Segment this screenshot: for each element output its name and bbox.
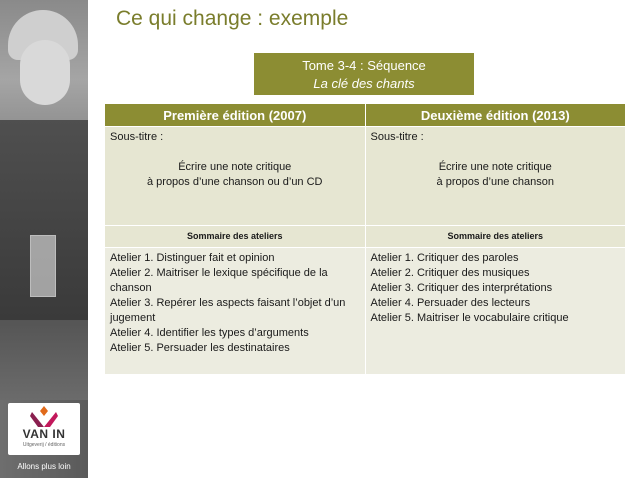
list-item: Atelier 5. Maitriser le vocabulaire crit…: [370, 312, 569, 324]
photo-face: [20, 40, 70, 105]
list-item: Atelier 4. Identifier les types d’argume…: [110, 327, 309, 339]
subtitle-text: Écrire une note critique à propos d’une …: [371, 160, 621, 190]
tome-line1: Tome 3-4 : Séquence: [302, 58, 426, 73]
page-title: Ce qui change : exemple: [116, 7, 349, 30]
tagline: Allons plus loin: [17, 462, 71, 471]
subtitle-line: Écrire une note critique: [178, 161, 292, 173]
header-first-edition: Première édition (2007): [104, 103, 366, 127]
list-item: Atelier 5. Persuader les destinataires: [110, 342, 290, 354]
list-item: Atelier 3. Repérer les aspects faisant l…: [110, 297, 346, 324]
subtitle-line: Écrire une note critique: [438, 161, 552, 173]
list-item: Atelier 3. Critiquer des interprétations: [370, 282, 553, 294]
subtitle-label: Sous-titre :: [370, 131, 424, 143]
list-item: Atelier 1. Critiquer des paroles: [370, 252, 519, 264]
list-item: Atelier 1. Distinguer fait et opinion: [110, 252, 275, 264]
summary-label-first: Sommaire des ateliers: [104, 225, 366, 248]
logo-subtext: Uitgeverij / éditions: [22, 442, 66, 448]
publisher-logo: VAN IN Uitgeverij / éditions: [8, 403, 80, 455]
list-item: Atelier 2. Critiquer des musiques: [370, 267, 530, 279]
subtitle-line: à propos d’une chanson ou d’un CD: [146, 176, 323, 188]
comparison-table: Première édition (2007) Deuxième édition…: [104, 103, 626, 375]
subtitle-label: Sous-titre :: [110, 131, 164, 143]
subtitle-text: Écrire une note critique à propos d’une …: [110, 160, 360, 190]
left-sidebar: VAN IN Uitgeverij / éditions Allons plus…: [0, 0, 88, 478]
subtitle-cell-second: Sous-titre : Écrire une note critique à …: [364, 126, 626, 226]
summary-row: Sommaire des ateliers Sommaire des ateli…: [104, 225, 626, 248]
subtitle-row: Sous-titre : Écrire une note critique à …: [104, 126, 626, 226]
student-photo: [0, 0, 88, 400]
subtitle-line: à propos d’une chanson: [436, 176, 554, 188]
tome-box: Tome 3-4 : Séquence La clé des chants: [254, 53, 474, 95]
subtitle-cell-first: Sous-titre : Écrire une note critique à …: [104, 126, 366, 226]
ateliers-list-second: Atelier 1. Critiquer des paroles Atelier…: [364, 247, 626, 375]
ateliers-list-first: Atelier 1. Distinguer fait et opinion At…: [104, 247, 366, 375]
list-item: Atelier 2. Maitriser le lexique spécifiq…: [110, 267, 328, 294]
tome-line2: La clé des chants: [313, 76, 415, 91]
summary-label-second: Sommaire des ateliers: [364, 225, 626, 248]
photo-bottle: [30, 235, 56, 297]
logo-text: VAN IN: [22, 427, 66, 441]
ateliers-row: Atelier 1. Distinguer fait et opinion At…: [104, 247, 626, 375]
header-row: Première édition (2007) Deuxième édition…: [104, 103, 626, 127]
header-second-edition: Deuxième édition (2013): [364, 103, 626, 127]
van-in-logo-icon: [30, 406, 58, 427]
list-item: Atelier 4. Persuader des lecteurs: [370, 297, 531, 309]
